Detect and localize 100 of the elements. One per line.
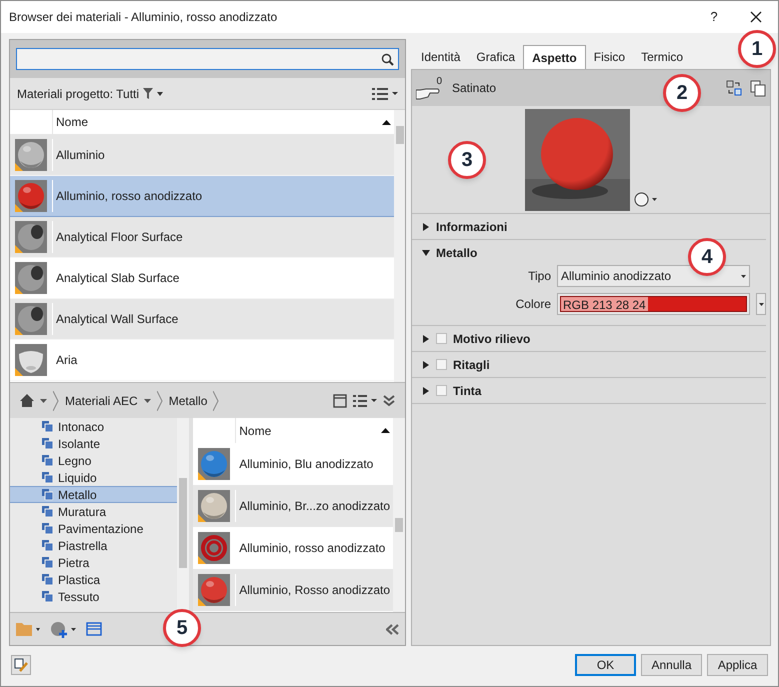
material-name: Alluminio, rosso anodizzato (55, 188, 204, 205)
window-title: Browser dei materiali - Alluminio, rosso anodizzato (9, 9, 278, 26)
category-item[interactable]: Piastrella (10, 537, 178, 554)
collapsed-triangle-icon[interactable] (422, 386, 430, 394)
field-label: Colore (514, 296, 552, 313)
sort-ascending-icon (382, 120, 391, 124)
list-view-icon[interactable] (353, 394, 377, 406)
category-item[interactable]: Plastica (10, 571, 178, 588)
panel-layout-icon[interactable] (333, 394, 347, 408)
material-row[interactable]: Alluminio, Br...zo anodizzato (193, 485, 393, 527)
dialog-button[interactable]: Applica (707, 654, 768, 676)
category-item[interactable]: Isolante (10, 435, 178, 452)
expanded-triangle-icon[interactable] (422, 248, 430, 256)
panel-layout-icon[interactable] (86, 622, 102, 636)
material-row[interactable]: Analytical Floor Surface (10, 217, 394, 258)
material-name: Alluminio, Blu anodizzato (238, 456, 374, 473)
material-row[interactable]: Alluminio, rosso anodizzato (10, 176, 394, 217)
tab[interactable]: Aspetto (523, 45, 586, 69)
swap-icon[interactable] (726, 80, 742, 96)
double-chevron-left-icon[interactable] (386, 624, 399, 634)
tab[interactable]: Identità (413, 45, 468, 69)
category-icon (42, 574, 53, 585)
edit-icon[interactable] (11, 655, 31, 675)
callout-marker: 1 (738, 30, 776, 68)
breadcrumb-item[interactable]: Materiali AEC (65, 392, 138, 410)
help-button[interactable]: ? (694, 1, 734, 33)
category-item[interactable]: Metallo (10, 486, 178, 503)
scrollbar[interactable] (393, 418, 405, 612)
material-name: Alluminio, rosso anodizzato (238, 540, 386, 557)
category-icon (42, 472, 53, 483)
collapsed-triangle-icon[interactable] (422, 360, 430, 368)
asset-name: Satinato (452, 80, 496, 97)
column-header[interactable]: Nome (236, 418, 393, 443)
add-material-icon[interactable] (50, 620, 76, 638)
scrollbar[interactable] (177, 418, 190, 612)
section-title[interactable]: Ritagli (453, 356, 490, 374)
category-icon (42, 557, 53, 568)
tab[interactable]: Grafica (468, 45, 524, 69)
copy-icon[interactable] (750, 80, 766, 96)
collapsed-triangle-icon[interactable] (422, 222, 430, 230)
checkbox[interactable] (436, 359, 447, 370)
material-name: Alluminio (55, 147, 106, 164)
section-title[interactable]: Motivo rilievo (453, 330, 530, 348)
category-icon (42, 421, 53, 432)
search-field[interactable] (16, 48, 399, 70)
caret-icon (758, 302, 764, 306)
caret-icon[interactable] (652, 198, 657, 201)
category-icon (42, 489, 53, 500)
section-title[interactable]: Tinta (453, 382, 482, 400)
hand-icon (416, 88, 440, 100)
category-item[interactable]: Tessuto (10, 588, 178, 605)
category-icon (42, 591, 53, 602)
category-item[interactable]: Pietra (10, 554, 178, 571)
category-icon (42, 438, 53, 449)
category-item[interactable]: Liquido (10, 469, 178, 486)
sort-ascending-icon (381, 428, 390, 433)
color-menu-button[interactable] (756, 293, 766, 315)
sphere-icon[interactable] (634, 192, 649, 207)
list-view-icon[interactable] (372, 88, 398, 100)
close-icon (750, 11, 762, 23)
material-name: Alluminio, Br...zo anodizzato (238, 498, 391, 515)
material-name: Analytical Slab Surface (55, 270, 180, 287)
home-icon[interactable] (20, 394, 34, 407)
category-item[interactable]: Intonaco (10, 418, 178, 435)
caret-icon (741, 274, 746, 278)
caret-icon (157, 92, 164, 96)
category-icon (42, 506, 53, 517)
material-row[interactable]: Analytical Wall Surface (10, 299, 394, 340)
category-item[interactable]: Muratura (10, 503, 178, 520)
dialog-button[interactable]: OK (575, 654, 636, 676)
column-header[interactable]: Nome (53, 110, 394, 134)
checkbox[interactable] (436, 385, 447, 396)
usage-count: 0 (436, 75, 442, 89)
material-name: Analytical Floor Surface (55, 229, 184, 246)
category-icon (42, 540, 53, 551)
tab[interactable]: Termico (633, 45, 692, 69)
tab[interactable]: Fisico (586, 45, 634, 69)
collapsed-triangle-icon[interactable] (422, 334, 430, 342)
scrollbar[interactable] (394, 110, 405, 382)
section-title[interactable]: Informazioni (436, 218, 508, 236)
double-chevron-down-icon[interactable] (383, 394, 395, 406)
caret-icon[interactable] (144, 398, 151, 402)
field-label: Tipo (527, 268, 552, 285)
category-item[interactable]: Legno (10, 452, 178, 469)
category-icon (42, 455, 53, 466)
checkbox[interactable] (436, 333, 447, 344)
section-title[interactable]: Metallo (436, 244, 478, 262)
filter-icon (143, 88, 154, 99)
type-dropdown[interactable]: Alluminio anodizzato (557, 265, 750, 287)
caret-icon[interactable] (40, 398, 47, 402)
material-row[interactable]: Alluminio, Rosso anodizzato (193, 569, 393, 611)
dialog-button[interactable]: Annulla (641, 654, 702, 676)
breadcrumb-separator-icon (213, 390, 220, 410)
color-field[interactable]: RGB 213 28 24 (557, 293, 750, 315)
breadcrumb-separator-icon (53, 390, 59, 410)
category-item[interactable]: Pavimentazione (10, 520, 178, 537)
breadcrumb-item[interactable]: Metallo (168, 392, 208, 410)
material-row[interactable]: Alluminio (10, 135, 394, 176)
material-name: Aria (55, 352, 78, 369)
search-icon[interactable] (381, 52, 394, 66)
